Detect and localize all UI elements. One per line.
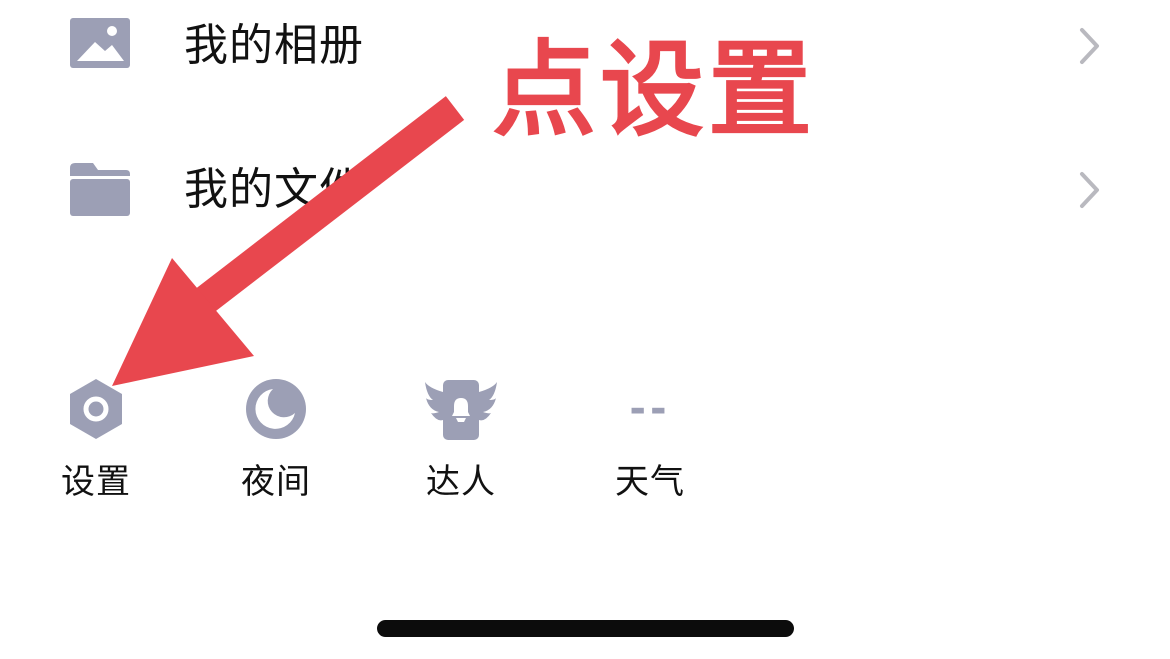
shortcut-expert[interactable]: 达人 <box>406 370 516 510</box>
photo-album-icon <box>70 18 130 68</box>
menu-item-album-label: 我的相册 <box>184 20 364 71</box>
shortcut-expert-label: 达人 <box>426 462 496 502</box>
annotation-text: 点设置 <box>492 29 817 151</box>
night-mode-moon-icon <box>246 379 306 439</box>
shortcut-weather[interactable]: -- 天气 <box>595 370 705 510</box>
menu-item-files-label: 我的文件 <box>184 164 364 215</box>
shortcut-weather-label: 天气 <box>615 462 685 502</box>
winged-badge-icon <box>425 380 497 440</box>
chevron-right-icon <box>1080 172 1099 208</box>
chevron-right-icon <box>1080 28 1099 64</box>
shortcut-settings-label: 设置 <box>61 462 131 502</box>
shortcut-night-mode[interactable]: 夜间 <box>221 370 331 510</box>
folder-icon <box>70 163 130 216</box>
settings-hexagon-icon <box>70 379 122 439</box>
shortcut-night-mode-label: 夜间 <box>241 462 311 502</box>
weather-value: -- <box>629 386 671 432</box>
shortcut-settings[interactable]: 设置 <box>41 370 151 510</box>
menu-item-files[interactable]: 我的文件 <box>0 135 1170 245</box>
home-indicator[interactable] <box>377 620 794 637</box>
